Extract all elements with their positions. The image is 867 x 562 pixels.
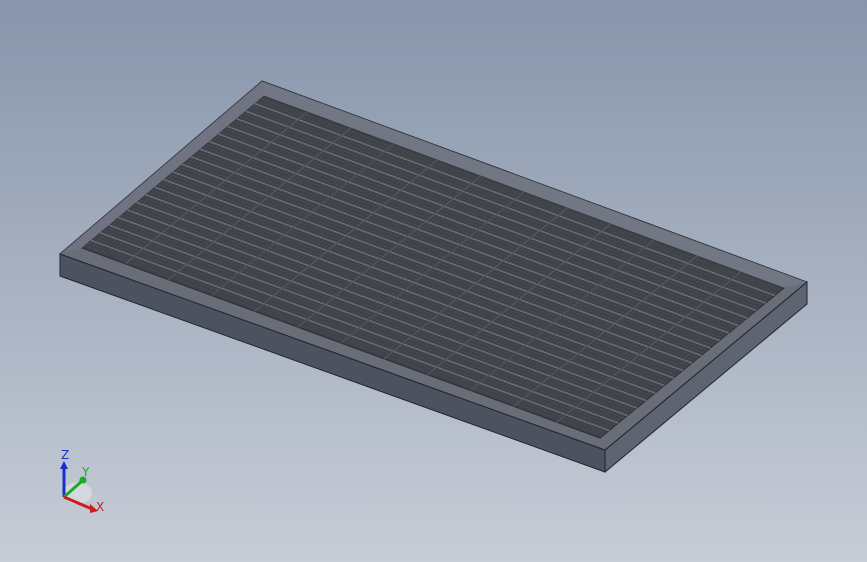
axis-triad: Z Y X	[50, 445, 120, 520]
z-axis-label: Z	[61, 448, 70, 462]
model-scene[interactable]	[0, 0, 867, 562]
graphics-viewport[interactable]: Z Y X	[0, 0, 867, 562]
z-axis-arrow	[60, 461, 68, 469]
x-axis-label: X	[96, 500, 105, 514]
y-axis-label: Y	[82, 465, 90, 479]
